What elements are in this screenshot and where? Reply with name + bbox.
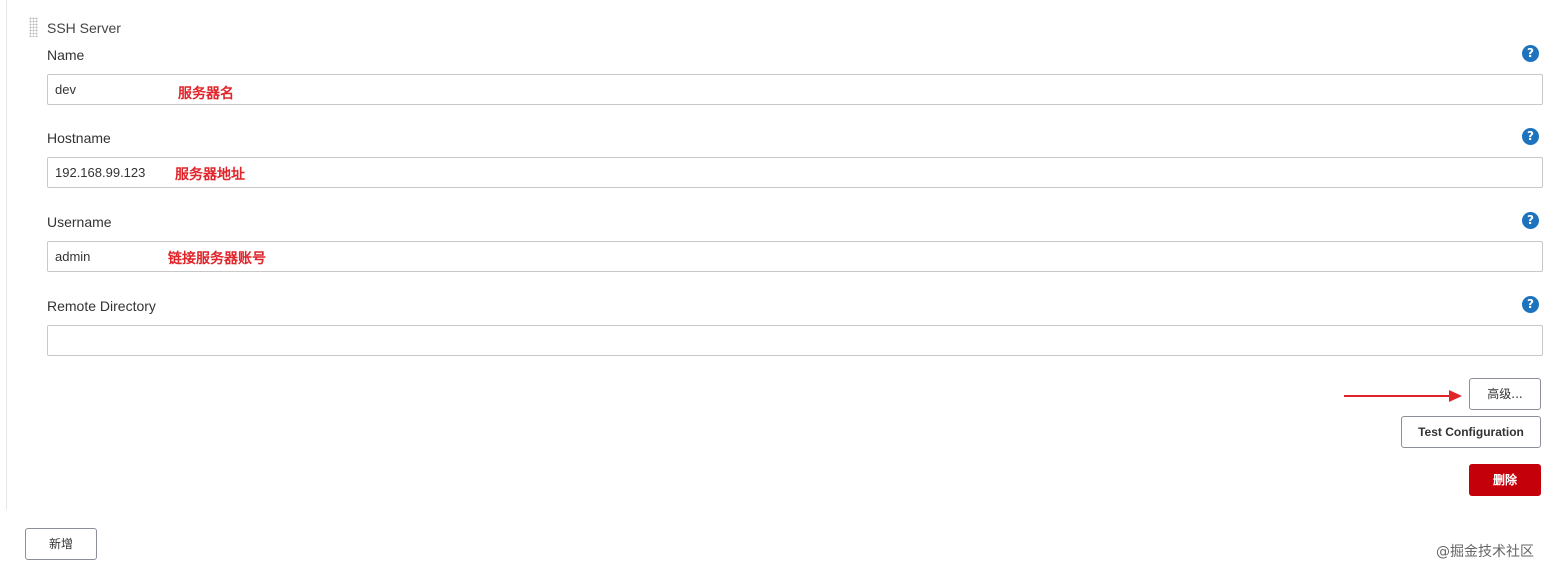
name-annotation: 服务器名 (178, 86, 234, 102)
delete-button[interactable]: 删除 (1469, 464, 1541, 496)
username-help-icon[interactable]: ? (1522, 212, 1539, 229)
add-button[interactable]: 新增 (25, 528, 97, 560)
annotation-arrow-icon (1344, 390, 1462, 402)
advanced-button[interactable]: 高级... (1469, 378, 1541, 410)
hostname-input[interactable] (47, 157, 1543, 188)
remote-directory-label: Remote Directory (47, 298, 156, 314)
username-label: Username (47, 214, 112, 230)
name-help-icon[interactable]: ? (1522, 45, 1539, 62)
watermark: @掘金技术社区 (1436, 544, 1534, 560)
hostname-annotation: 服务器地址 (175, 167, 245, 183)
left-border (6, 0, 7, 510)
name-label: Name (47, 47, 85, 63)
name-input[interactable] (47, 74, 1543, 105)
remote-directory-input[interactable] (47, 325, 1543, 356)
username-annotation: 链接服务器账号 (168, 251, 266, 267)
hostname-help-icon[interactable]: ? (1522, 128, 1539, 145)
username-input[interactable] (47, 241, 1543, 272)
drag-handle-icon[interactable] (29, 17, 38, 37)
test-configuration-button[interactable]: Test Configuration (1401, 416, 1541, 448)
section-title: SSH Server (47, 20, 121, 36)
hostname-label: Hostname (47, 130, 111, 146)
remote-directory-help-icon[interactable]: ? (1522, 296, 1539, 313)
